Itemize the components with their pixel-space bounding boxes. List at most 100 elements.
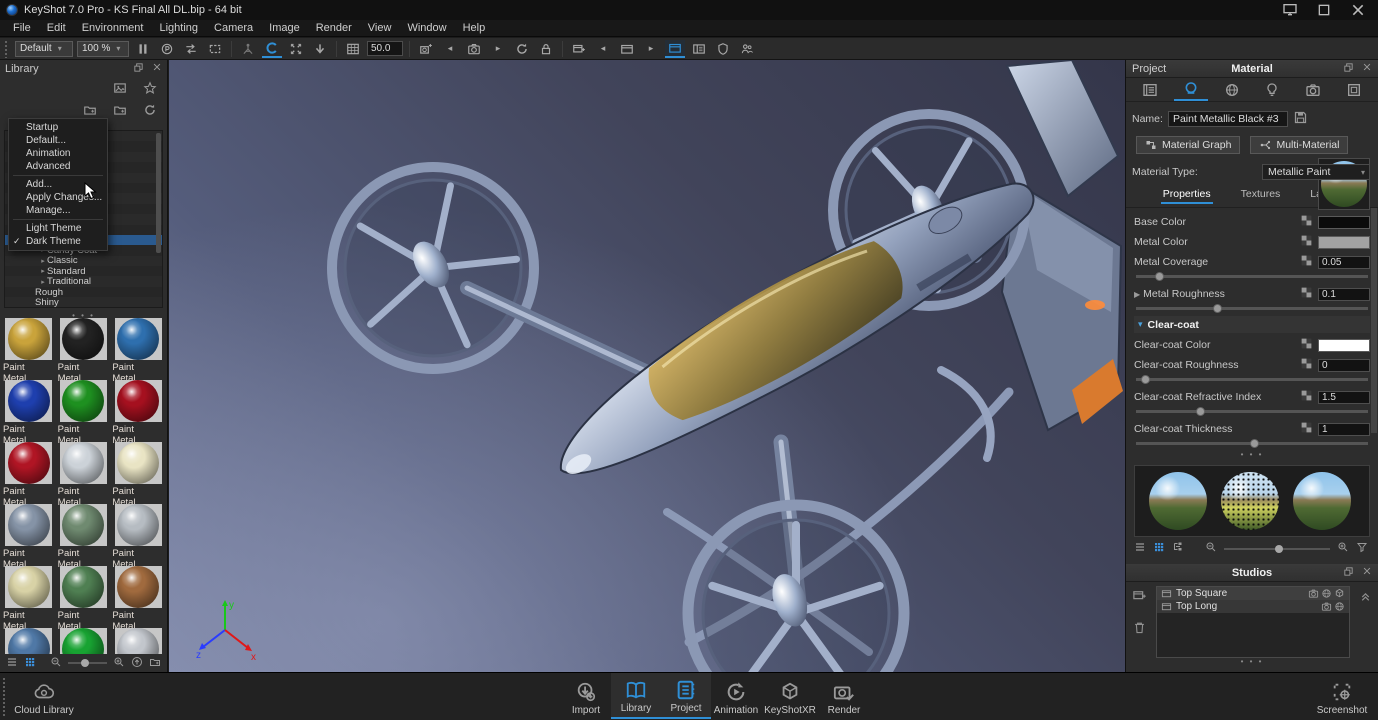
textures-tab-icon[interactable]	[113, 81, 127, 98]
metal-coverage-slider[interactable]	[1136, 275, 1368, 278]
people-icon[interactable]	[737, 40, 757, 58]
brightness-grid-icon[interactable]	[343, 40, 363, 58]
prev-camera-icon[interactable]: ◂	[440, 40, 460, 58]
tree-scrollbar[interactable]	[156, 133, 161, 253]
texture-map-icon[interactable]	[1300, 254, 1313, 270]
grid-view-icon[interactable]	[24, 656, 36, 671]
menu-item-light-theme[interactable]: Light Theme	[9, 222, 107, 235]
studio-row-top-square[interactable]: Top Square	[1157, 587, 1349, 600]
filter-icon[interactable]	[1356, 541, 1368, 556]
menu-file[interactable]: File	[6, 21, 38, 35]
material-thumb[interactable]: Paint Metal...	[58, 628, 110, 654]
library-button[interactable]: Library	[611, 673, 661, 719]
material-type-dropdown[interactable]: Metallic Paint▾	[1262, 164, 1370, 180]
clearcoat-roughness-slider[interactable]	[1136, 378, 1368, 381]
studio-icon[interactable]	[617, 40, 637, 58]
clearcoat-thickness-slider[interactable]	[1136, 442, 1368, 445]
toolbar-drag-handle[interactable]	[4, 40, 9, 58]
material-thumb[interactable]: Paint Metal...	[112, 380, 164, 442]
texture-map-icon[interactable]	[1300, 357, 1313, 373]
menu-image[interactable]: Image	[262, 21, 307, 35]
list-view-icon[interactable]	[1134, 541, 1146, 556]
region-render-icon[interactable]	[205, 40, 225, 58]
refresh-library-icon[interactable]	[143, 103, 157, 120]
menu-render[interactable]: Render	[309, 21, 359, 35]
zoom-out-icon[interactable]	[1205, 541, 1217, 556]
add-studio-icon[interactable]	[1132, 588, 1147, 606]
keyshotxr-button[interactable]: KeyShotXR	[761, 673, 819, 719]
preset-dropdown[interactable]: Default▾	[15, 41, 73, 57]
maximize-button[interactable]	[1316, 3, 1332, 17]
clearcoat-ri-slider[interactable]	[1136, 410, 1368, 413]
import-button[interactable]: Import	[561, 673, 611, 719]
menu-view[interactable]: View	[361, 21, 399, 35]
properties-scrollbar[interactable]	[1371, 208, 1377, 433]
close-panel-icon[interactable]	[1362, 566, 1372, 580]
menu-edit[interactable]: Edit	[40, 21, 73, 35]
upload-cloud-icon[interactable]	[131, 656, 143, 671]
clearcoat-roughness-field[interactable]	[1318, 359, 1370, 372]
tree-item-rough[interactable]: Rough	[5, 287, 162, 297]
material-thumb[interactable]: Paint Metal...	[112, 628, 164, 654]
texture-map-icon[interactable]	[1300, 337, 1313, 353]
clearcoat-section-header[interactable]: ▾ Clear-coat	[1134, 316, 1370, 333]
material-thumb[interactable]: Paint Metal...	[58, 566, 110, 628]
material-thumb[interactable]: Paint Metal...	[3, 442, 55, 504]
menu-environment[interactable]: Environment	[75, 21, 151, 35]
clearcoat-thickness-field[interactable]	[1318, 423, 1370, 436]
fullscreen-icon[interactable]	[286, 40, 306, 58]
menu-item-startup[interactable]: Startup	[9, 121, 107, 134]
grid-view-icon[interactable]	[1153, 541, 1165, 556]
material-thumb[interactable]: Paint Metal...	[3, 566, 55, 628]
save-material-icon[interactable]	[1293, 110, 1308, 128]
texture-map-icon[interactable]	[1300, 234, 1313, 250]
next-studio-icon[interactable]: ▸	[641, 40, 661, 58]
close-panel-icon[interactable]	[152, 62, 162, 76]
performance-mode-icon[interactable]	[157, 40, 177, 58]
next-camera-icon[interactable]: ▸	[488, 40, 508, 58]
add-studio-icon[interactable]	[569, 40, 589, 58]
lock-camera-icon[interactable]	[536, 40, 556, 58]
list-view-icon[interactable]	[6, 656, 18, 671]
material-thumb[interactable]: Paint Metal...	[112, 318, 164, 380]
zoom-in-icon[interactable]	[113, 656, 125, 671]
texture-map-icon[interactable]	[1300, 421, 1313, 437]
collapse-studios-icon[interactable]	[1359, 590, 1372, 606]
multi-monitor-icon[interactable]	[1282, 3, 1298, 17]
panels-icon[interactable]	[689, 40, 709, 58]
tree-view-icon[interactable]	[1172, 541, 1184, 556]
splitter-handle[interactable]: • • •	[1126, 451, 1378, 459]
menu-help[interactable]: Help	[456, 21, 493, 35]
material-thumb[interactable]: Paint Metal...	[3, 380, 55, 442]
multi-material-button[interactable]: Multi-Material	[1250, 136, 1348, 154]
tree-item-classic[interactable]: ▸Classic	[5, 256, 162, 266]
material-thumb[interactable]: Paint Metal...	[3, 504, 55, 566]
close-button[interactable]	[1350, 3, 1366, 17]
float-panel-icon[interactable]	[1343, 62, 1354, 76]
metal-roughness-slider[interactable]	[1136, 307, 1368, 310]
add-camera-icon[interactable]	[416, 40, 436, 58]
expand-arrow-icon[interactable]: ▶	[1134, 290, 1140, 299]
shield-icon[interactable]	[713, 40, 733, 58]
tab-properties[interactable]: Properties	[1161, 188, 1213, 204]
metal-roughness-field[interactable]	[1318, 288, 1370, 301]
realtime-viewport[interactable]: y z x	[169, 60, 1125, 672]
material-thumb[interactable]: Paint Metal...	[3, 318, 55, 380]
menu-item-default[interactable]: Default...	[9, 134, 107, 147]
zoom-dropdown[interactable]: 100 %▾	[77, 41, 129, 57]
cloud-library-button[interactable]: Cloud Library	[12, 673, 76, 719]
tab-environment-icon[interactable]	[1215, 78, 1249, 101]
folder-settings-icon[interactable]	[149, 656, 161, 671]
tab-material-icon[interactable]	[1174, 78, 1208, 101]
prev-studio-icon[interactable]: ◂	[593, 40, 613, 58]
camera-icon[interactable]	[464, 40, 484, 58]
menu-camera[interactable]: Camera	[207, 21, 260, 35]
add-folder-icon[interactable]	[83, 103, 97, 120]
reset-camera-icon[interactable]	[512, 40, 532, 58]
tab-camera-icon[interactable]	[1296, 78, 1330, 101]
material-thumb[interactable]: Paint Metal...	[58, 380, 110, 442]
project-material-thumb[interactable]	[1293, 472, 1351, 530]
menu-item-manage[interactable]: Manage...	[9, 204, 107, 217]
menu-item-dark-theme[interactable]: ✓Dark Theme	[9, 235, 107, 248]
close-panel-icon[interactable]	[1362, 62, 1372, 76]
